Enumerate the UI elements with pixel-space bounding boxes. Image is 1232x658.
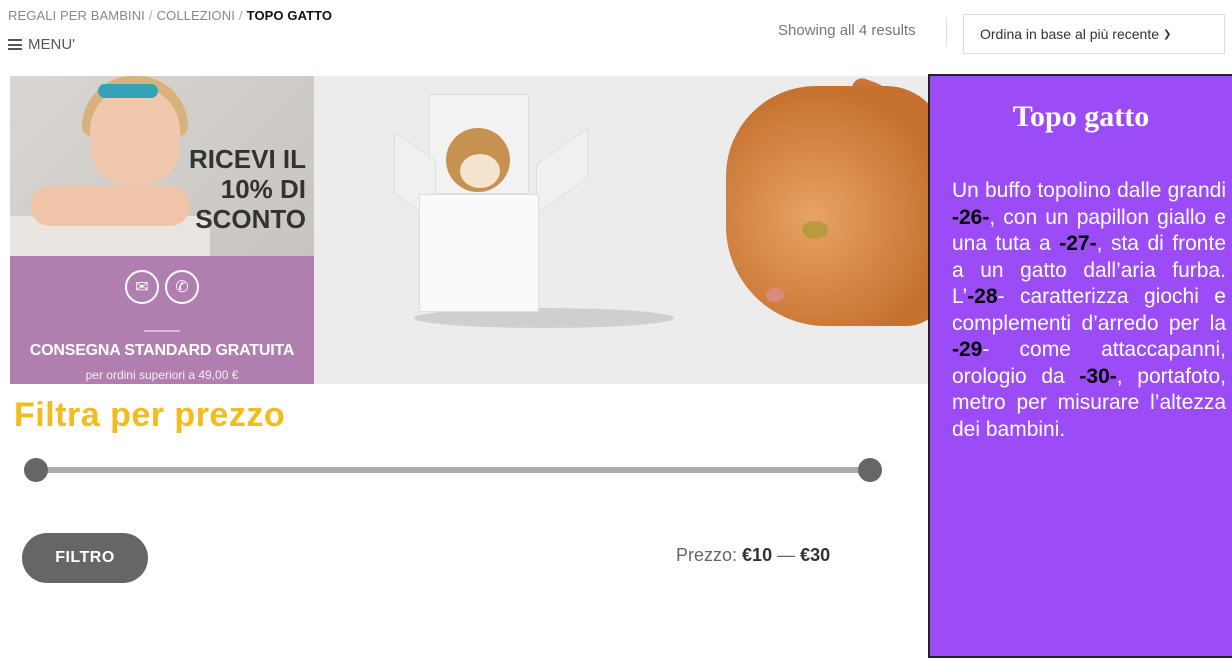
promo-line-3: SCONTO <box>195 204 306 234</box>
promo-line-1: RICEVI IL <box>188 144 306 174</box>
menu-toggle[interactable]: MENU' <box>8 36 75 53</box>
description-panel: Topo gatto Un buffo topolino dalle grand… <box>928 74 1232 658</box>
divider <box>144 330 180 332</box>
banner-photo-shape <box>460 154 500 188</box>
envelope-icon[interactable]: ✉ <box>125 270 159 304</box>
promo-image-shape <box>98 84 158 98</box>
panel-description: Un buffo topolino dalle grandi -26-, con… <box>952 178 1226 443</box>
phone-icon[interactable]: ✆ <box>165 270 199 304</box>
breadcrumb-separator: / <box>238 8 243 23</box>
banner-photo-shape <box>766 288 784 302</box>
breadcrumb-separator: / <box>148 8 153 23</box>
blank-30: -30- <box>1079 364 1117 388</box>
blank-28: -28 <box>967 285 998 308</box>
banner-photo <box>314 76 930 384</box>
shipping-minimum-text: per ordini superiori a 49,00 € <box>85 368 239 382</box>
banner-photo-shape <box>802 221 828 239</box>
results-count: Showing all 4 results <box>778 22 916 39</box>
price-slider-min-handle[interactable] <box>24 458 48 482</box>
price-range: Prezzo: €10 — €30 <box>676 545 830 566</box>
menu-label: MENU' <box>28 36 76 53</box>
blank-26: -26- <box>952 205 990 229</box>
sort-selected-label: Ordina in base al più recente <box>980 26 1159 42</box>
breadcrumb-link-regali[interactable]: REGALI PER BAMBINI <box>8 8 145 23</box>
free-shipping-text: CONSEGNA STANDARD GRATUITA <box>29 342 295 359</box>
banner-photo-shape <box>419 194 539 312</box>
panel-title: Topo gatto <box>1012 100 1150 133</box>
promo-icons: ✉ ✆ <box>10 270 314 304</box>
promo-image-shape <box>30 186 190 226</box>
promo-line-2: 10% DI <box>220 174 306 204</box>
price-slider-track[interactable] <box>36 467 870 473</box>
promo-box: RICEVI IL 10% DI SCONTO ✉ ✆ CONSEGNA STA… <box>10 76 314 384</box>
chevron-down-icon: ❯ <box>1163 28 1172 40</box>
price-min: €10 <box>742 545 773 565</box>
price-label: Prezzo: <box>676 545 738 565</box>
breadcrumb-link-collezioni[interactable]: COLLEZIONI <box>157 8 235 23</box>
promo-image-shape <box>90 86 180 186</box>
category-banner: RICEVI IL 10% DI SCONTO ✉ ✆ CONSEGNA STA… <box>10 76 930 384</box>
breadcrumb-current: TOPO GATTO <box>246 8 333 23</box>
filter-button[interactable]: FILTRO <box>22 533 148 583</box>
promo-headline: RICEVI IL 10% DI SCONTO <box>189 144 306 234</box>
filter-title: Filtra per prezzo <box>14 396 286 434</box>
price-dash: — <box>777 545 796 565</box>
breadcrumb: REGALI PER BAMBINI / COLLEZIONI / TOPO GATTO <box>8 8 332 23</box>
banner-photo-shape <box>726 86 930 326</box>
blank-29: -29 <box>952 338 983 361</box>
promo-image: RICEVI IL 10% DI SCONTO <box>10 76 314 256</box>
price-slider-max-handle[interactable] <box>858 458 882 482</box>
hamburger-icon <box>8 39 22 50</box>
panel-text: Un buffo topolino dalle grandi <box>952 179 1226 202</box>
divider <box>946 18 947 46</box>
price-max: €30 <box>800 545 831 565</box>
sort-select[interactable]: Ordina in base al più recente ❯ <box>963 14 1225 54</box>
banner-photo-shape <box>536 127 588 215</box>
promo-contact: ✉ ✆ CONSEGNA STANDARD GRATUITA per ordin… <box>10 256 314 384</box>
blank-27: -27- <box>1059 232 1097 255</box>
